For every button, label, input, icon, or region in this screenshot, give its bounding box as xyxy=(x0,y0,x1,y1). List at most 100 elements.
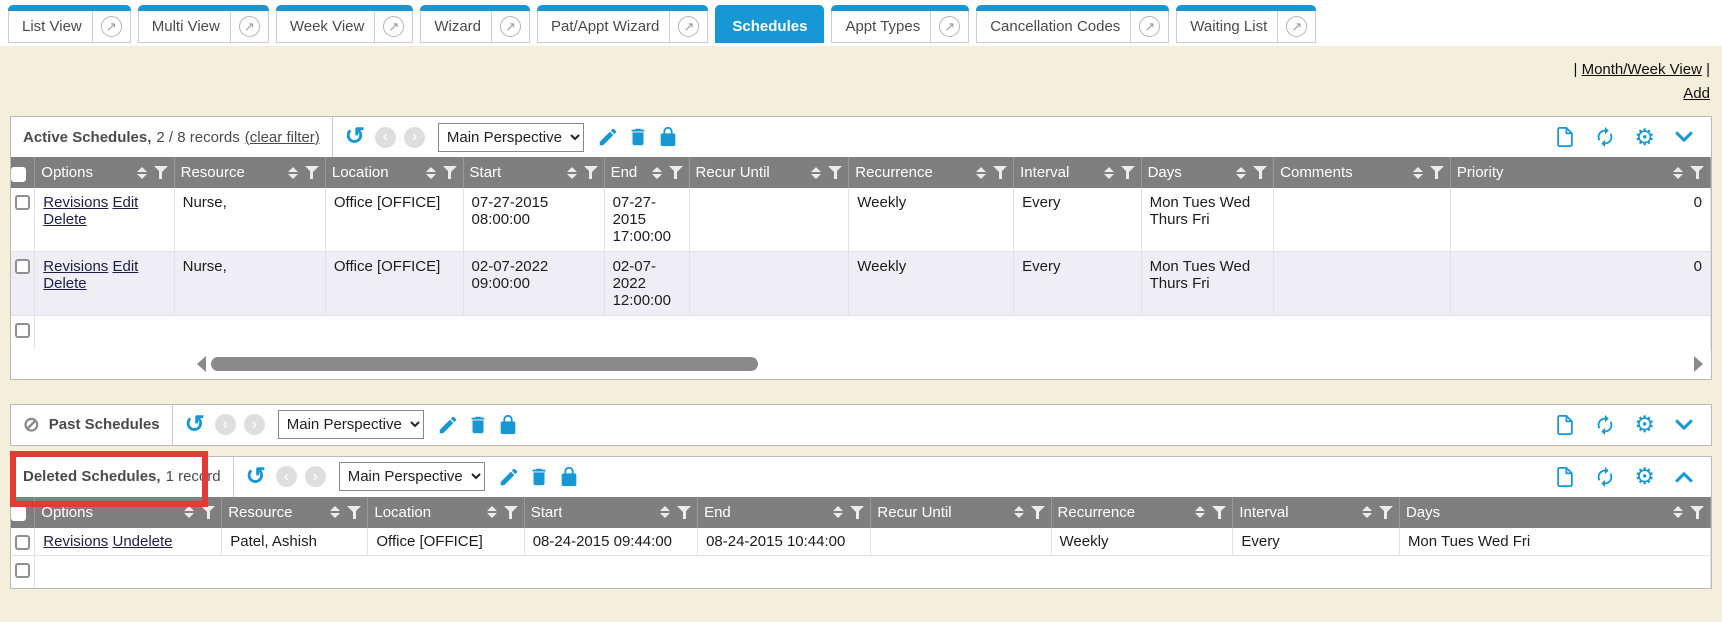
popout-arrow-icon[interactable]: ↗ xyxy=(939,16,960,37)
perspective-select[interactable]: Main Perspective xyxy=(438,123,584,152)
sort-icon[interactable] xyxy=(330,506,340,518)
filter-icon[interactable] xyxy=(1690,506,1704,519)
expand-chevron-down-icon[interactable] xyxy=(1673,414,1695,436)
sort-icon[interactable] xyxy=(833,506,843,518)
filter-icon[interactable] xyxy=(504,506,518,519)
column-header-interval[interactable]: Interval xyxy=(1233,497,1400,528)
column-header-priority[interactable]: Priority xyxy=(1450,157,1710,188)
edit-pencil-icon[interactable] xyxy=(437,414,459,436)
popout-arrow-icon[interactable]: ↗ xyxy=(383,16,404,37)
sort-icon[interactable] xyxy=(660,506,670,518)
collapse-chevron-down-icon[interactable] xyxy=(1673,126,1695,148)
filter-icon[interactable] xyxy=(993,166,1007,179)
tab-list-view[interactable]: List View↗ xyxy=(8,5,131,43)
row-checkbox[interactable] xyxy=(15,563,30,578)
revisions-link[interactable]: Revisions xyxy=(43,194,108,211)
horizontal-scrollbar[interactable] xyxy=(11,349,1711,379)
sort-icon[interactable] xyxy=(811,167,821,179)
lock-icon[interactable] xyxy=(497,414,519,436)
undo-icon[interactable]: ↺ xyxy=(246,465,266,489)
trash-icon[interactable] xyxy=(528,466,550,488)
column-header-comments[interactable]: Comments xyxy=(1274,157,1451,188)
filter-icon[interactable] xyxy=(1430,166,1444,179)
edit-pencil-icon[interactable] xyxy=(597,126,619,148)
sort-icon[interactable] xyxy=(487,506,497,518)
popout-arrow-icon[interactable]: ↗ xyxy=(1139,16,1160,37)
sort-icon[interactable] xyxy=(1236,167,1246,179)
edit-pencil-icon[interactable] xyxy=(498,466,520,488)
new-document-icon[interactable] xyxy=(1554,466,1576,488)
scroll-left-arrow[interactable] xyxy=(197,356,206,372)
filter-icon[interactable] xyxy=(1121,166,1135,179)
sort-icon[interactable] xyxy=(426,167,436,179)
filter-icon[interactable] xyxy=(1253,166,1267,179)
column-header-location[interactable]: Location xyxy=(368,497,524,528)
filter-icon[interactable] xyxy=(1212,506,1226,519)
column-header-days[interactable]: Days xyxy=(1141,157,1274,188)
delete-link[interactable]: Delete xyxy=(43,275,86,292)
sort-icon[interactable] xyxy=(652,167,662,179)
tab-wizard[interactable]: Wizard↗ xyxy=(420,5,530,43)
trash-icon[interactable] xyxy=(627,126,649,148)
gear-icon[interactable]: ⚙ xyxy=(1634,465,1655,488)
tab-schedules[interactable]: Schedules xyxy=(715,5,824,43)
select-all-checkbox[interactable] xyxy=(11,506,26,521)
sort-icon[interactable] xyxy=(288,167,298,179)
refresh-icon[interactable] xyxy=(1594,466,1616,488)
sort-icon[interactable] xyxy=(1362,506,1372,518)
sort-icon[interactable] xyxy=(137,167,147,179)
revisions-link[interactable]: Revisions xyxy=(43,533,108,550)
prev-perspective-button[interactable]: ‹ xyxy=(375,127,396,148)
delete-link[interactable]: Delete xyxy=(43,211,86,228)
clear-filter-link[interactable]: (clear filter) xyxy=(245,129,320,146)
edit-link[interactable]: Edit xyxy=(112,258,138,275)
column-header-interval[interactable]: Interval xyxy=(1014,157,1141,188)
column-header-recurrence[interactable]: Recurrence xyxy=(1051,497,1233,528)
tab-week-view[interactable]: Week View↗ xyxy=(276,5,413,43)
row-checkbox[interactable] xyxy=(15,323,30,338)
month-week-view-link[interactable]: Month/Week View xyxy=(1582,61,1702,78)
column-header-start[interactable]: Start xyxy=(524,497,697,528)
sort-icon[interactable] xyxy=(1673,506,1683,518)
next-perspective-button[interactable]: › xyxy=(244,414,265,435)
column-header-days[interactable]: Days xyxy=(1399,497,1710,528)
filter-icon[interactable] xyxy=(584,166,598,179)
filter-icon[interactable] xyxy=(443,166,457,179)
edit-link[interactable]: Edit xyxy=(112,194,138,211)
column-header-start[interactable]: Start xyxy=(463,157,604,188)
sort-icon[interactable] xyxy=(1195,506,1205,518)
refresh-icon[interactable] xyxy=(1594,126,1616,148)
filter-icon[interactable] xyxy=(201,506,215,519)
filter-icon[interactable] xyxy=(828,166,842,179)
column-header-end[interactable]: End xyxy=(698,497,871,528)
new-document-icon[interactable] xyxy=(1554,414,1576,436)
prev-perspective-button[interactable]: ‹ xyxy=(215,414,236,435)
filter-icon[interactable] xyxy=(347,506,361,519)
tab-cancellation-codes[interactable]: Cancellation Codes↗ xyxy=(976,5,1169,43)
tab-appt-types[interactable]: Appt Types↗ xyxy=(831,5,969,43)
filter-icon[interactable] xyxy=(850,506,864,519)
column-header-resource[interactable]: Resource xyxy=(174,157,325,188)
perspective-select[interactable]: Main Perspective xyxy=(278,410,424,439)
next-perspective-button[interactable]: › xyxy=(305,466,326,487)
scroll-right-arrow[interactable] xyxy=(1694,356,1703,372)
scrollbar-thumb[interactable] xyxy=(211,357,758,371)
collapse-chevron-up-icon[interactable] xyxy=(1673,466,1695,488)
column-header-recurrence[interactable]: Recurrence xyxy=(849,157,1014,188)
undo-icon[interactable]: ↺ xyxy=(185,413,205,437)
popout-arrow-icon[interactable]: ↗ xyxy=(239,16,260,37)
filter-icon[interactable] xyxy=(669,166,683,179)
row-checkbox[interactable] xyxy=(15,535,30,550)
undelete-link[interactable]: Undelete xyxy=(112,533,172,550)
undo-icon[interactable]: ↺ xyxy=(345,125,365,149)
tab-pat-appt-wizard[interactable]: Pat/Appt Wizard↗ xyxy=(537,5,708,43)
tab-waiting-list[interactable]: Waiting List↗ xyxy=(1176,5,1316,43)
next-perspective-button[interactable]: › xyxy=(404,127,425,148)
scrollbar-track[interactable] xyxy=(211,357,1689,371)
filter-icon[interactable] xyxy=(1379,506,1393,519)
column-header-resource[interactable]: Resource xyxy=(222,497,368,528)
refresh-icon[interactable] xyxy=(1594,414,1616,436)
sort-icon[interactable] xyxy=(567,167,577,179)
lock-icon[interactable] xyxy=(657,126,679,148)
popout-arrow-icon[interactable]: ↗ xyxy=(1286,16,1307,37)
